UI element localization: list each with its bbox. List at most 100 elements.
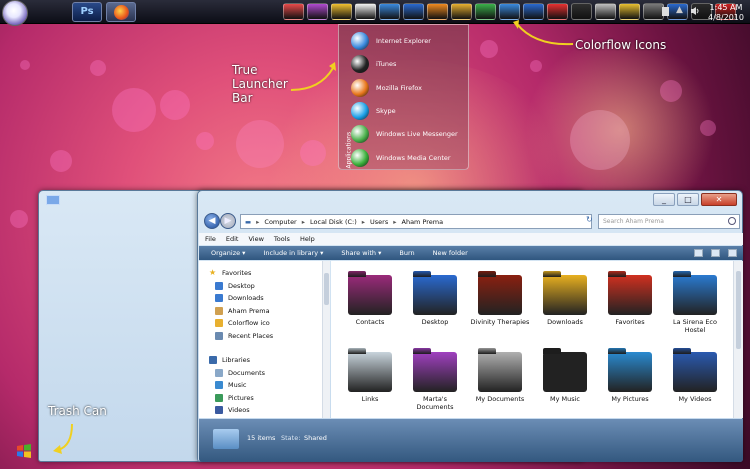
maximize-button[interactable]: □ xyxy=(677,193,699,206)
taskbar-photoshop-button[interactable]: Ps xyxy=(72,2,102,22)
launcher-item-label: Windows Media Center xyxy=(376,153,451,162)
breadcrumb-separator-icon: ▸ xyxy=(361,217,366,226)
command-button[interactable]: Share with ▾ xyxy=(341,249,381,257)
launcher-app-icon xyxy=(351,148,369,167)
folder-item[interactable]: My Videos xyxy=(664,352,726,403)
menu-item[interactable]: Edit xyxy=(226,235,239,243)
state-value: Shared xyxy=(304,434,327,442)
nav-item[interactable]: Colorflow ico xyxy=(215,318,270,329)
folder-label: Downloads xyxy=(547,318,583,326)
nav-item[interactable]: Recent Places xyxy=(215,330,273,341)
folder-item[interactable]: My Documents xyxy=(469,352,531,403)
minimize-button[interactable]: _ xyxy=(653,193,675,206)
breadcrumb-item[interactable]: Aham Prema xyxy=(402,218,444,226)
colorflow-dock-icon[interactable] xyxy=(307,3,328,20)
content-scroll-thumb[interactable] xyxy=(736,271,741,349)
colorflow-dock-icon[interactable] xyxy=(619,3,640,20)
folder-label: Desktop xyxy=(421,318,449,326)
nav-item[interactable]: Aham Prema xyxy=(215,305,270,316)
action-center-flag-icon[interactable] xyxy=(662,7,669,16)
folder-icon xyxy=(413,275,457,315)
start-orb-icon[interactable] xyxy=(2,0,28,26)
folder-item[interactable]: My Pictures xyxy=(599,352,661,403)
folder-item[interactable]: Contacts xyxy=(339,275,401,326)
annotation-arrow-launcher xyxy=(290,62,336,91)
navigation-scroll-thumb[interactable] xyxy=(324,273,329,305)
close-button[interactable]: ✕ xyxy=(701,193,737,206)
nav-item[interactable]: Desktop xyxy=(215,280,255,291)
colorflow-dock-icon[interactable] xyxy=(451,3,472,20)
folder-icon xyxy=(215,319,223,327)
folder-item[interactable]: Divinity Therapies xyxy=(469,275,531,326)
menu-item[interactable]: View xyxy=(248,235,263,243)
folder-item[interactable]: Favorites xyxy=(599,275,661,326)
nav-section-header[interactable]: Libraries xyxy=(209,354,250,365)
folder-item[interactable]: Links xyxy=(339,352,401,403)
folder-icon xyxy=(478,352,522,392)
change-view-icon[interactable] xyxy=(694,249,703,257)
breadcrumb-item[interactable]: Users xyxy=(370,218,388,226)
refresh-icon[interactable]: ↻ xyxy=(586,215,593,224)
nav-item-label: Favorites xyxy=(222,268,252,277)
launcher-item[interactable]: Skype xyxy=(351,101,396,121)
folder-label: Contacts xyxy=(355,318,385,326)
breadcrumb-item[interactable]: Local Disk (C:) xyxy=(310,218,357,226)
folder-item[interactable]: My Music xyxy=(534,352,596,403)
menu-item[interactable]: File xyxy=(205,235,216,243)
navigation-scrollbar[interactable] xyxy=(322,261,330,418)
annotation-trash: Trash Can xyxy=(48,404,107,418)
command-button[interactable]: Organize ▾ xyxy=(211,249,245,257)
launcher-item[interactable]: Windows Media Center xyxy=(351,148,451,168)
folder-label: My Documents xyxy=(475,395,525,403)
nav-item[interactable]: Music xyxy=(215,380,247,391)
colorflow-dock-icon[interactable] xyxy=(283,3,304,20)
nav-item[interactable]: Documents xyxy=(215,367,265,378)
folder-item[interactable]: Marta's Documents xyxy=(404,352,466,411)
folder-item[interactable]: Desktop xyxy=(404,275,466,326)
folder-icon xyxy=(543,352,587,392)
colorflow-dock-icon[interactable] xyxy=(643,3,664,20)
colorflow-dock-icon[interactable] xyxy=(379,3,400,20)
folder-label: My Music xyxy=(549,395,580,403)
breadcrumb-item[interactable]: Computer xyxy=(264,218,296,226)
launcher-item[interactable]: Windows Live Messenger xyxy=(351,124,458,144)
colorflow-dock-icon[interactable] xyxy=(331,3,352,20)
command-button[interactable]: Include in library ▾ xyxy=(263,249,323,257)
menu-item[interactable]: Help xyxy=(300,235,315,243)
system-clock[interactable]: 1:45 AM 4/8/2010 xyxy=(706,3,746,23)
folder-icon xyxy=(673,352,717,392)
trash-can-windows-icon[interactable] xyxy=(16,444,32,458)
nav-item[interactable]: Downloads xyxy=(215,293,264,304)
nav-item[interactable]: Videos xyxy=(215,405,250,416)
nav-section-header[interactable]: ★ Favorites xyxy=(209,267,251,278)
help-icon[interactable] xyxy=(728,249,737,257)
search-input[interactable]: Search Aham Prema xyxy=(598,214,740,229)
launcher-item[interactable]: iTunes xyxy=(351,54,396,74)
folder-icon xyxy=(215,294,223,302)
breadcrumb-separator-icon: ▸ xyxy=(256,217,260,226)
tray-expand-icon[interactable]: ▲ xyxy=(676,5,683,15)
launcher-item[interactable]: Internet Explorer xyxy=(351,31,431,51)
folder-item[interactable]: La Sirena Eco Hostel xyxy=(664,275,726,334)
speaker-icon[interactable] xyxy=(690,6,700,16)
forward-button[interactable]: ▶ xyxy=(220,213,236,229)
navigation-pane: ★ Favorites Desktop Downloads Aham Prema Colo… xyxy=(199,261,323,418)
content-scrollbar[interactable] xyxy=(733,261,743,418)
colorflow-dock-icon[interactable] xyxy=(355,3,376,20)
launcher-item[interactable]: Mozilla Firefox xyxy=(351,78,422,98)
nav-item[interactable]: Pictures xyxy=(215,392,254,403)
colorflow-dock-icon[interactable] xyxy=(427,3,448,20)
colorflow-dock-icon[interactable] xyxy=(475,3,496,20)
back-button[interactable]: ◀ xyxy=(204,213,220,229)
colorflow-dock-icon[interactable] xyxy=(403,3,424,20)
taskbar-firefox-button[interactable] xyxy=(106,2,136,22)
preview-pane-icon[interactable] xyxy=(711,249,720,257)
colorflow-dock-icon[interactable] xyxy=(595,3,616,20)
address-bar[interactable]: ▬ ▸ Computer ▸ Local Disk (C:) ▸ Users ▸ Aham Pr… xyxy=(240,214,592,229)
menu-item[interactable]: Tools xyxy=(274,235,290,243)
true-launcher-menu: Applications Internet Explorer iTunes Mozi… xyxy=(338,24,469,170)
command-button[interactable]: Burn xyxy=(399,249,414,257)
command-button[interactable]: New folder xyxy=(433,249,468,257)
folder-item[interactable]: Downloads xyxy=(534,275,596,326)
nav-item-label: Libraries xyxy=(222,355,251,364)
